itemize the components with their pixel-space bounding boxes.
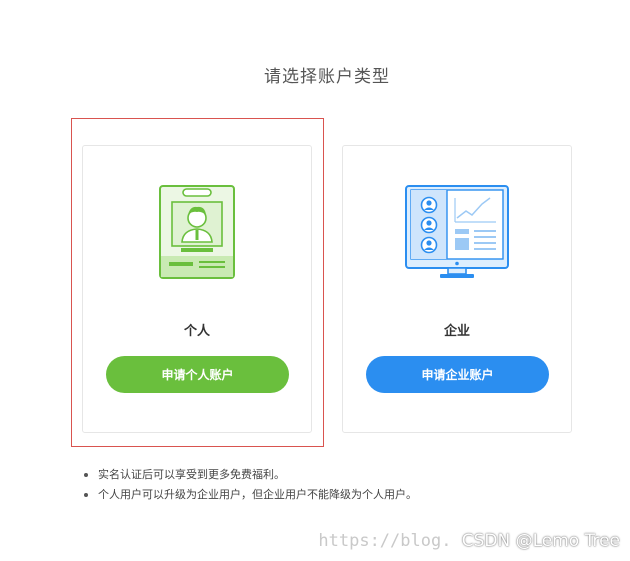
enterprise-card-label: 企业: [443, 324, 470, 339]
note-text: 个人用户可以升级为企业用户，但企业用户不能降级为个人用户。: [98, 488, 417, 501]
note-text: 实名认证后可以享受到更多免费福利。: [98, 468, 285, 481]
note-item: 个人用户可以升级为企业用户，但企业用户不能降级为个人用户。: [84, 485, 604, 505]
watermark-url: https://blog.: [318, 531, 452, 551]
watermark-brand: CSDN @Lemo Tree: [461, 531, 620, 551]
personal-card-label: 个人: [183, 324, 210, 339]
personal-account-card[interactable]: 个人 申请个人账户: [82, 145, 312, 433]
page-title: 请选择账户类型: [264, 67, 390, 87]
bullet-icon: [84, 473, 88, 477]
watermark: https://blog. CSDN @Lemo Tree: [318, 531, 620, 551]
apply-personal-account-button[interactable]: 申请个人账户: [106, 356, 289, 393]
note-item: 实名认证后可以享受到更多免费福利。: [84, 465, 604, 485]
personal-id-card-icon: [83, 184, 311, 284]
enterprise-monitor-icon: [343, 184, 571, 284]
bullet-icon: [84, 493, 88, 497]
notes-list: 实名认证后可以享受到更多免费福利。 个人用户可以升级为企业用户，但企业用户不能降…: [84, 465, 604, 505]
apply-enterprise-account-button[interactable]: 申请企业账户: [366, 356, 549, 393]
enterprise-account-card[interactable]: 企业 申请企业账户: [342, 145, 572, 433]
